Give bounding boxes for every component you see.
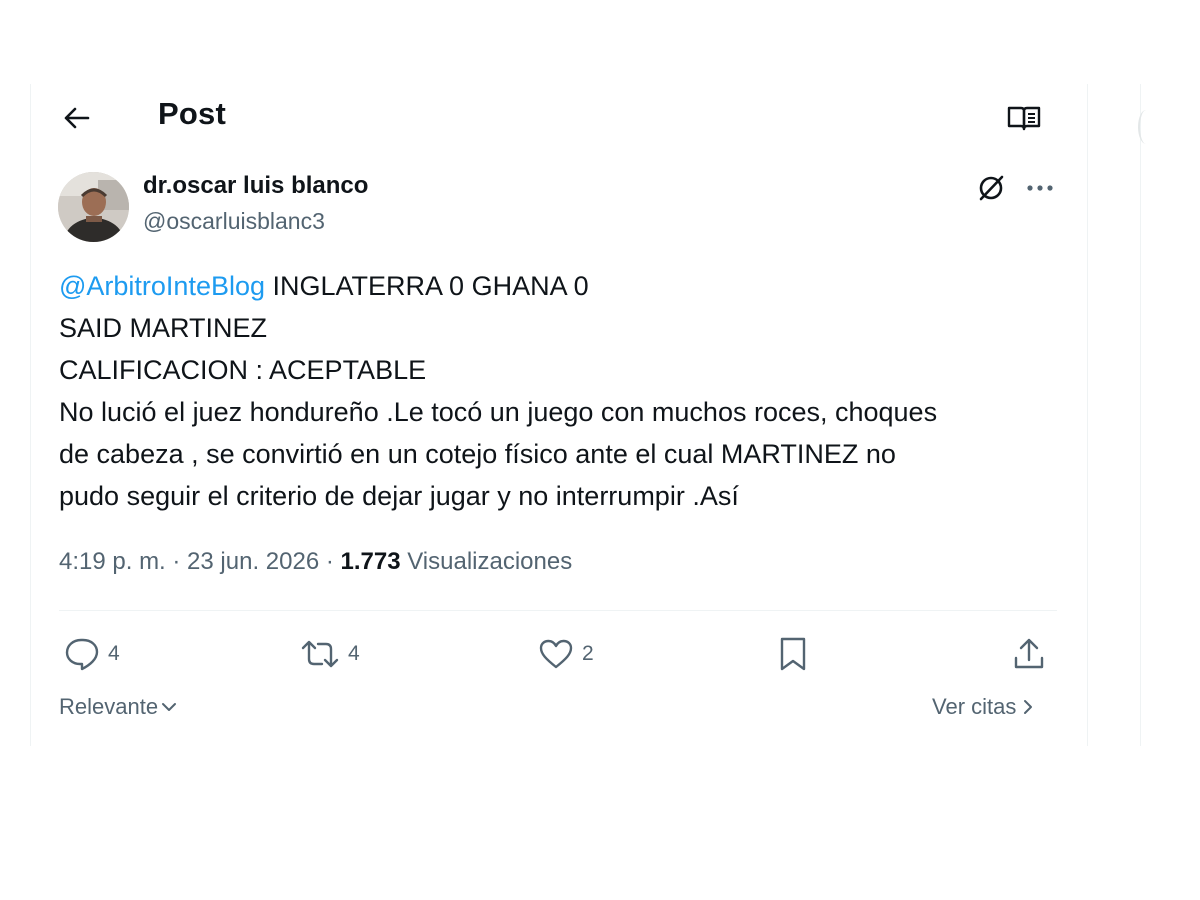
- post-line-5: de cabeza , se convirtió en un cotejo fí…: [59, 439, 896, 469]
- quotes-label: Ver citas: [932, 694, 1017, 719]
- bookmark-icon: [780, 637, 806, 671]
- views-count: 1.773: [340, 548, 401, 575]
- post-line-1: @ArbitroInteBlog INGLATERRA 0 GHANA 0: [59, 265, 1059, 307]
- avatar[interactable]: [58, 172, 129, 242]
- post-meta: 4:19 p. m. · 23 jun. 2026 · 1.773 Visual…: [59, 548, 572, 576]
- post-line-6: pudo seguir el criterio de dejar jugar y…: [59, 481, 739, 511]
- reader-mode-icon: [1007, 106, 1041, 131]
- grok-icon: [979, 175, 1004, 201]
- sort-replies-button[interactable]: Relevante: [59, 694, 178, 720]
- repost-count: 4: [348, 642, 360, 665]
- more-horizontal-icon: [1027, 185, 1053, 191]
- author-handle[interactable]: @oscarluisblanc3: [143, 208, 325, 235]
- post-line-1-text: INGLATERRA 0 GHANA 0: [265, 271, 589, 301]
- repost-icon: [301, 640, 339, 668]
- post-timestamp[interactable]: 4:19 p. m. · 23 jun. 2026 ·: [59, 548, 341, 575]
- reply-button[interactable]: 4: [64, 634, 120, 674]
- more-options-button[interactable]: [1020, 170, 1060, 206]
- divider: [59, 610, 1057, 611]
- reply-count: 4: [108, 642, 120, 665]
- repost-button[interactable]: 4: [300, 634, 360, 674]
- author-name[interactable]: dr.oscar luis blanco: [143, 172, 368, 200]
- sidebar-divider: [1140, 84, 1141, 746]
- reply-icon: [65, 638, 99, 671]
- sort-label: Relevante: [59, 694, 159, 719]
- post-line-2: SAID MARTINEZ: [59, 313, 268, 343]
- post-line-3: CALIFICACION : ACEPTABLE: [59, 355, 427, 385]
- chevron-right-icon: [1024, 700, 1033, 714]
- chevron-down-icon: [162, 703, 177, 711]
- post-text: @ArbitroInteBlog INGLATERRA 0 GHANA 0 SA…: [59, 265, 1059, 517]
- arrow-left-icon: [64, 107, 90, 129]
- page-title: Post: [158, 96, 226, 131]
- reader-mode-button[interactable]: [1004, 100, 1044, 136]
- grok-button[interactable]: [972, 170, 1010, 206]
- like-button[interactable]: 2: [538, 634, 594, 674]
- views-label: Visualizaciones: [400, 548, 573, 575]
- share-button[interactable]: [1011, 634, 1047, 674]
- like-count: 2: [582, 642, 594, 665]
- mention-link[interactable]: @ArbitroInteBlog: [59, 271, 265, 301]
- post-line-4: No lució el juez hondureño .Le tocó un j…: [59, 397, 938, 427]
- back-button[interactable]: [58, 100, 94, 136]
- view-quotes-link[interactable]: Ver citas: [932, 694, 1034, 720]
- bookmark-button[interactable]: [776, 634, 810, 674]
- heart-icon: [539, 639, 573, 669]
- share-icon: [1014, 638, 1044, 669]
- sidebar-search-edge: [1138, 110, 1154, 144]
